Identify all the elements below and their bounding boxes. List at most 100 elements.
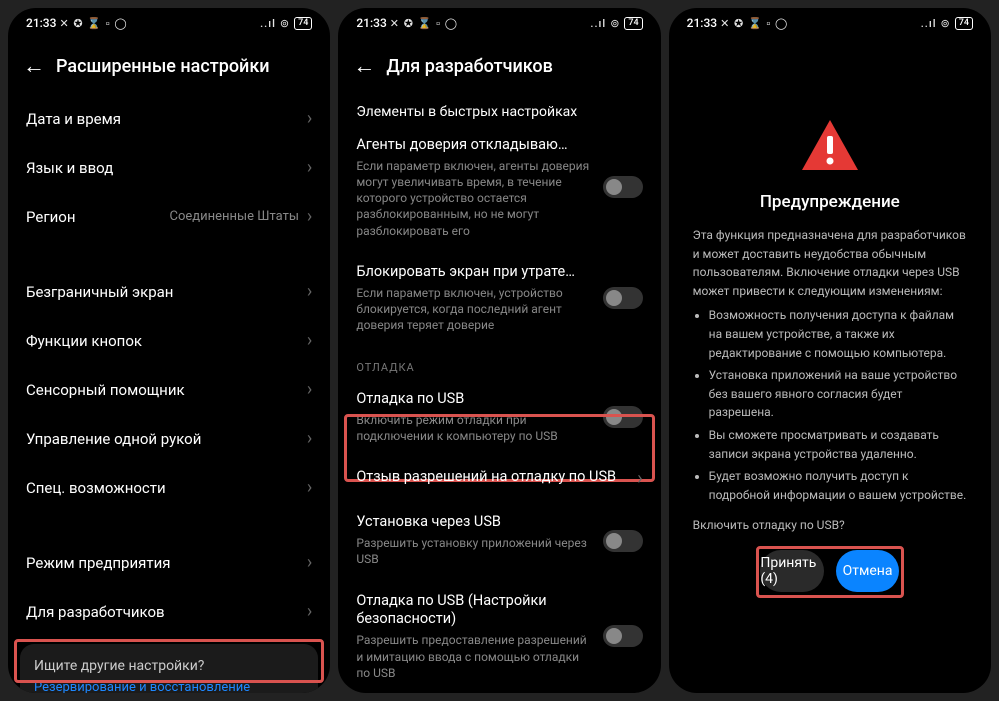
row-install-via-usb[interactable]: Установка через USB Разрешить установку …	[338, 501, 660, 579]
dialog-question: Включить отладку по USB?	[693, 518, 845, 532]
title: Отзыв разрешений на отладку по USB	[356, 468, 627, 487]
status-time: 21:33	[356, 16, 386, 30]
dialog-buttons: Принять (4) Отмена	[760, 550, 899, 592]
description: Если параметр включен, устройство блокир…	[356, 285, 592, 334]
signal-icon: ..ıl	[921, 17, 937, 30]
dialog-body: Эта функция предназначена для разработчи…	[693, 226, 967, 510]
wifi-icon: ⊚	[941, 17, 951, 30]
row-developer-options[interactable]: Для разработчиков ›	[8, 587, 330, 636]
screen-warning-dialog: 21:33 ✕ ✪ ⌛ ▫ ◯ ..ıl ⊚ 74 Предупреждение…	[669, 8, 991, 693]
description: Разрешить установку приложений через USB	[356, 535, 592, 567]
status-icons-left: ✕ ✪ ⌛ ▫ ◯	[720, 17, 788, 30]
title: Агенты доверия откладываю…	[356, 136, 592, 155]
row-enterprise[interactable]: Режим предприятия ›	[8, 538, 330, 587]
title: Блокировать экран при утрате…	[356, 263, 592, 282]
chevron-right-icon: ›	[307, 477, 312, 498]
chevron-right-icon: ›	[307, 552, 312, 573]
chevron-right-icon: ›	[307, 428, 312, 449]
row-usb-debugging[interactable]: Отладка по USB Включить режим отладки пр…	[338, 378, 660, 456]
battery-icon: 74	[955, 17, 973, 30]
label: Безграничный экран	[26, 283, 173, 301]
chevron-right-icon: ›	[307, 206, 312, 227]
status-bar: 21:33 ✕ ✪ ⌛ ▫ ◯ ..ıl ⊚ 74	[338, 8, 660, 38]
warning-icon	[800, 118, 860, 172]
chevron-right-icon: ›	[307, 601, 312, 622]
bullet: Будет возможно получить доступ к подробн…	[709, 467, 967, 504]
label: Сенсорный помощник	[26, 381, 185, 399]
title: Установка через USB	[356, 513, 592, 532]
label: Язык и ввод	[26, 159, 113, 177]
chevron-right-icon: ›	[307, 281, 312, 302]
card-question: Ищите другие настройки?	[34, 658, 304, 674]
chevron-right-icon: ›	[307, 330, 312, 351]
description: Разрешить предоставление разрешений и им…	[356, 632, 592, 681]
label: Регион	[26, 208, 75, 226]
description: Если параметр включен, агенты доверия мо…	[356, 158, 592, 239]
dialog-title: Предупреждение	[760, 192, 900, 212]
toggle-usb-debugging[interactable]	[603, 406, 643, 428]
description: Включить режим отладки при подключении к…	[356, 412, 592, 444]
bullet: Возможность получения доступа к файлам н…	[709, 306, 967, 362]
row-touch-assistant[interactable]: Сенсорный помощник ›	[8, 365, 330, 414]
chevron-right-icon: ›	[307, 379, 312, 400]
title: Отладка по USB (Настройки безопасности)	[356, 592, 592, 630]
status-bar: 21:33 ✕ ✪ ⌛ ▫ ◯ ..ıl ⊚ 74	[669, 8, 991, 38]
page-title: Для разработчиков	[386, 56, 553, 77]
screen-developer-options: 21:33 ✕ ✪ ⌛ ▫ ◯ ..ıl ⊚ 74 ← Для разработ…	[338, 8, 660, 693]
cancel-button[interactable]: Отмена	[836, 550, 899, 592]
row-language[interactable]: Язык и ввод ›	[8, 143, 330, 192]
row-date-time[interactable]: Дата и время ›	[8, 94, 330, 143]
toggle[interactable]	[603, 287, 643, 309]
card-link[interactable]: Резервирование и восстановление	[34, 680, 304, 693]
section-debug: ОТЛАДКА	[338, 345, 660, 378]
row-usb-debug-security[interactable]: Отладка по USB (Настройки безопасности) …	[338, 580, 660, 693]
screen-advanced-settings: 21:33 ✕ ✪ ⌛ ▫ ◯ ..ıl ⊚ 74 ← Расширенные …	[8, 8, 330, 693]
status-icons-left: ✕ ✪ ⌛ ▫ ◯	[390, 17, 458, 30]
row-revoke-usb[interactable]: Отзыв разрешений на отладку по USB ›	[338, 456, 660, 501]
dialog-intro: Эта функция предназначена для разработчи…	[693, 226, 967, 300]
back-button[interactable]: ←	[350, 52, 378, 80]
accept-button[interactable]: Принять (4)	[760, 550, 823, 592]
label: Для разработчиков	[26, 603, 165, 621]
row-accessibility[interactable]: Спец. возможности ›	[8, 463, 330, 512]
page-title: Расширенные настройки	[56, 56, 270, 77]
suggestion-card[interactable]: Ищите другие настройки? Резервирование и…	[20, 644, 318, 693]
toggle[interactable]	[603, 176, 643, 198]
status-icons-left: ✕ ✪ ⌛ ▫ ◯	[59, 17, 127, 30]
row-one-hand[interactable]: Управление одной рукой ›	[8, 414, 330, 463]
row-region[interactable]: Регион Соединенные Штаты ›	[8, 192, 330, 241]
chevron-right-icon: ›	[637, 468, 642, 489]
settings-list: Дата и время › Язык и ввод › Регион Соед…	[8, 94, 330, 693]
label: Управление одной рукой	[26, 430, 201, 448]
label: Спец. возможности	[26, 479, 166, 497]
dev-list: Элементы в быстрых настройках Агенты дов…	[338, 94, 660, 693]
toggle[interactable]	[603, 530, 643, 552]
bullet: Вы сможете просматривать и создавать зап…	[709, 426, 967, 463]
bullet: Установка приложений на ваше устройство …	[709, 366, 967, 422]
label: Режим предприятия	[26, 554, 170, 572]
toggle[interactable]	[603, 625, 643, 647]
header: ← Расширенные настройки	[8, 38, 330, 94]
label: Функции кнопок	[26, 332, 142, 350]
row-edgeless[interactable]: Безграничный экран ›	[8, 267, 330, 316]
signal-icon: ..ıl	[260, 17, 276, 30]
label: Дата и время	[26, 110, 121, 128]
wifi-icon: ⊚	[610, 17, 620, 30]
status-time: 21:33	[26, 16, 56, 30]
battery-icon: 74	[624, 17, 642, 30]
row-button-functions[interactable]: Функции кнопок ›	[8, 316, 330, 365]
status-time: 21:33	[687, 16, 717, 30]
back-button[interactable]: ←	[20, 52, 48, 80]
status-bar: 21:33 ✕ ✪ ⌛ ▫ ◯ ..ıl ⊚ 74	[8, 8, 330, 38]
wifi-icon: ⊚	[280, 17, 290, 30]
signal-icon: ..ıl	[590, 17, 606, 30]
row-lock-on-lost[interactable]: Блокировать экран при утрате… Если парам…	[338, 251, 660, 345]
chevron-right-icon: ›	[307, 157, 312, 178]
value: Соединенные Штаты	[170, 209, 301, 224]
chevron-right-icon: ›	[307, 108, 312, 129]
header: ← Для разработчиков	[338, 38, 660, 94]
battery-icon: 74	[294, 17, 312, 30]
row-quick-settings[interactable]: Элементы в быстрых настройках	[338, 94, 660, 124]
title: Отладка по USB	[356, 390, 592, 409]
row-trust-agents[interactable]: Агенты доверия откладываю… Если параметр…	[338, 124, 660, 251]
